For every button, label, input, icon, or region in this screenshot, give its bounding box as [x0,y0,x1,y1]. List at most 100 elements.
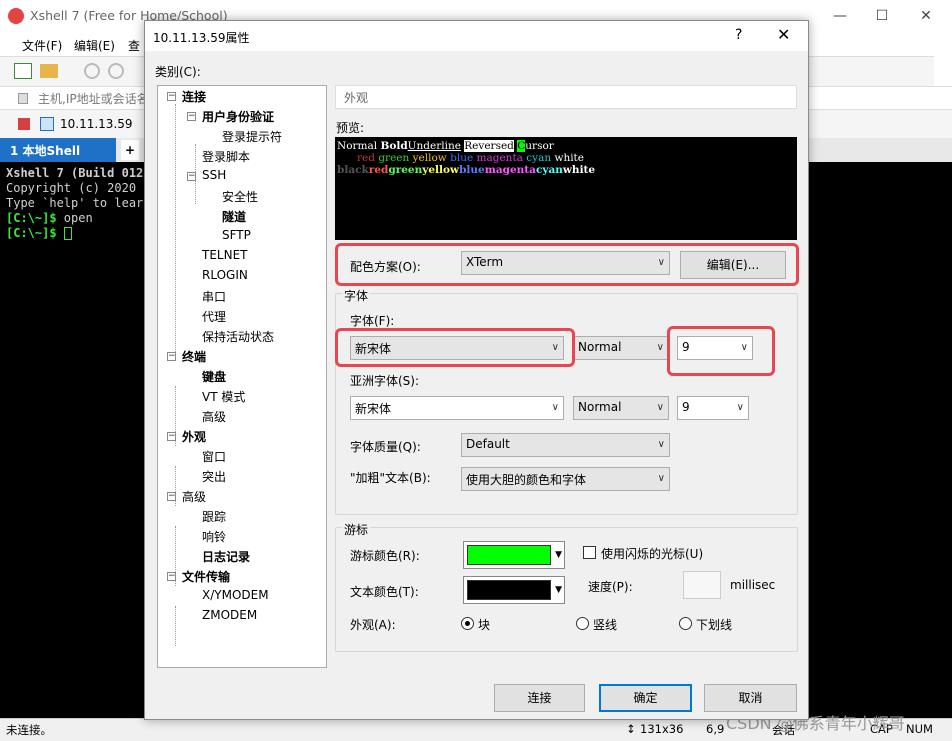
ok-button[interactable]: 确定 [599,684,692,712]
status-text: 未连接。 [6,723,52,737]
menu-edit[interactable]: 编辑(E) [74,37,115,54]
tree-item-logging[interactable]: 日志记录 [202,548,250,565]
tree-item-sftp[interactable]: SFTP [222,228,251,242]
terminal-size: 131x36 [640,722,684,736]
address-input[interactable]: 主机,IP地址或会话名 [38,90,149,107]
shape-vbar-radio[interactable] [576,617,589,630]
cursor-color-picker[interactable]: ▼ [463,541,565,569]
menu-view[interactable]: 查 [128,37,140,54]
font-quality-select[interactable]: Default ∨ [461,433,670,457]
tree-line [175,606,176,646]
tree-item-telnet[interactable]: TELNET [202,248,248,262]
minimize-button[interactable]: — [830,6,850,26]
connect-button[interactable]: 连接 [494,684,585,712]
terminal-command: open [56,211,93,225]
shape-block-label: 块 [478,618,491,632]
category-tree[interactable]: − 连接 − 用户身份验证 登录提示符 登录脚本 − SSH 安全性 隧道 SF… [157,85,327,668]
preview-bright-blue: blue [459,164,485,176]
tree-item-window[interactable]: 窗口 [202,448,226,465]
cursor-group-title: 游标 [342,521,371,538]
tree-item-terminal-advanced[interactable]: 高级 [202,408,226,425]
speed-input[interactable] [683,571,721,599]
add-tab-button[interactable]: + [121,140,139,160]
tree-item-user-auth[interactable]: 用户身份验证 [202,108,274,125]
tree-item-trace[interactable]: 跟踪 [202,508,226,525]
tree-item-zmodem[interactable]: ZMODEM [202,608,257,622]
tree-item-xymodem[interactable]: X/YMODEM [202,588,269,602]
terminal-prompt: [C:\~]$ [6,211,57,225]
tab-local-shell[interactable]: 1 本地Shell [0,138,116,162]
open-folder-icon[interactable] [40,64,58,78]
text-color-picker[interactable]: ▼ [463,576,565,604]
cancel-button[interactable]: 取消 [704,684,797,712]
chevron-down-icon: ∨ [656,402,664,413]
collapse-icon[interactable]: − [167,492,176,501]
connect-icon[interactable] [84,63,100,79]
asian-font-style-select[interactable]: Normal ∨ [573,396,669,420]
dropdown-arrow-icon: ▼ [555,585,562,595]
tree-line [175,104,176,354]
asian-font-select[interactable]: 新宋体 ∨ [350,396,564,420]
tree-item-appearance[interactable]: 外观 [182,428,206,445]
cursor-color-label: 游标颜色(R): [350,549,420,563]
preview-line-1: Normal BoldUnderline Reversed Cursor [337,140,795,152]
font-style-value: Normal [578,340,622,354]
shape-underline-radio[interactable] [679,617,692,630]
collapse-icon[interactable]: − [187,112,196,121]
asian-font-size-select[interactable]: 9 ∨ [677,396,749,420]
cursor-position: 6,9 [706,722,725,736]
bold-text-select[interactable]: 使用大胆的颜色和字体 ∨ [461,467,670,491]
tree-item-vt-mode[interactable]: VT 模式 [202,388,245,405]
tree-item-login-script[interactable]: 登录脚本 [202,148,250,165]
preview-color-yellow: yellow [412,152,451,164]
blink-cursor-checkbox[interactable] [583,546,596,559]
tree-item-keepalive[interactable]: 保持活动状态 [202,328,274,345]
preview-bright-red: red [368,164,389,176]
session-label[interactable]: 10.11.13.59 [60,117,133,131]
tree-item-ssh[interactable]: SSH [202,168,226,182]
new-session-icon[interactable] [14,63,32,79]
tree-item-advanced[interactable]: 高级 [182,488,206,505]
close-button[interactable]: ✕ [916,6,936,26]
tree-item-security[interactable]: 安全性 [222,188,258,205]
tree-item-tunnel[interactable]: 隧道 [222,208,246,225]
collapse-icon[interactable]: − [167,572,176,581]
tree-item-keyboard[interactable]: 键盘 [202,368,226,385]
collapse-icon[interactable]: − [167,352,176,361]
menu-file[interactable]: 文件(F) [22,37,62,54]
tree-item-connection[interactable]: 连接 [182,88,206,105]
disconnect-icon[interactable] [108,63,124,79]
asian-font-style-value: Normal [578,400,622,414]
preview-cursor-rest: ursor [525,140,554,152]
speed-label: 速度(P): [588,580,633,594]
terminal-cursor [63,227,72,240]
preview-panel: Normal BoldUnderline Reversed Cursor red… [335,137,797,240]
asian-font-size-value: 9 [682,400,690,414]
font-label: 字体(F): [350,314,395,328]
text-color-label: 文本颜色(T): [350,585,419,599]
dialog-close-button[interactable]: ✕ [777,25,790,44]
shape-block-radio[interactable] [461,617,474,630]
help-button[interactable]: ? [735,27,742,43]
font-style-select[interactable]: Normal ∨ [573,336,669,360]
tab-label: 1 本地Shell [10,144,81,158]
tree-item-login-prompt[interactable]: 登录提示符 [222,128,282,145]
tree-item-terminal[interactable]: 终端 [182,348,206,365]
preview-label: 预览: [336,121,365,135]
blink-cursor-label: 使用闪烁的光标(U) [601,547,704,561]
collapse-icon[interactable]: − [187,172,196,181]
maximize-button[interactable]: ☐ [872,6,892,26]
tree-item-bell[interactable]: 响铃 [202,528,226,545]
chevron-down-icon: ∨ [657,439,665,450]
collapse-icon[interactable]: − [167,92,176,101]
xshell-logo-icon [8,8,24,24]
font-quality-label: 字体质量(Q): [350,440,421,454]
preview-underline: Underline [407,140,461,152]
tree-item-file-transfer[interactable]: 文件传输 [182,568,230,585]
tree-item-serial[interactable]: 串口 [202,288,226,305]
collapse-icon[interactable]: − [167,432,176,441]
tree-item-rlogin[interactable]: RLOGIN [202,268,248,282]
tree-item-highlight[interactable]: 突出 [202,468,226,485]
tree-item-proxy[interactable]: 代理 [202,308,226,325]
preview-line-3: blackredgreenyellowbluemagentacyanwhite [337,164,795,176]
